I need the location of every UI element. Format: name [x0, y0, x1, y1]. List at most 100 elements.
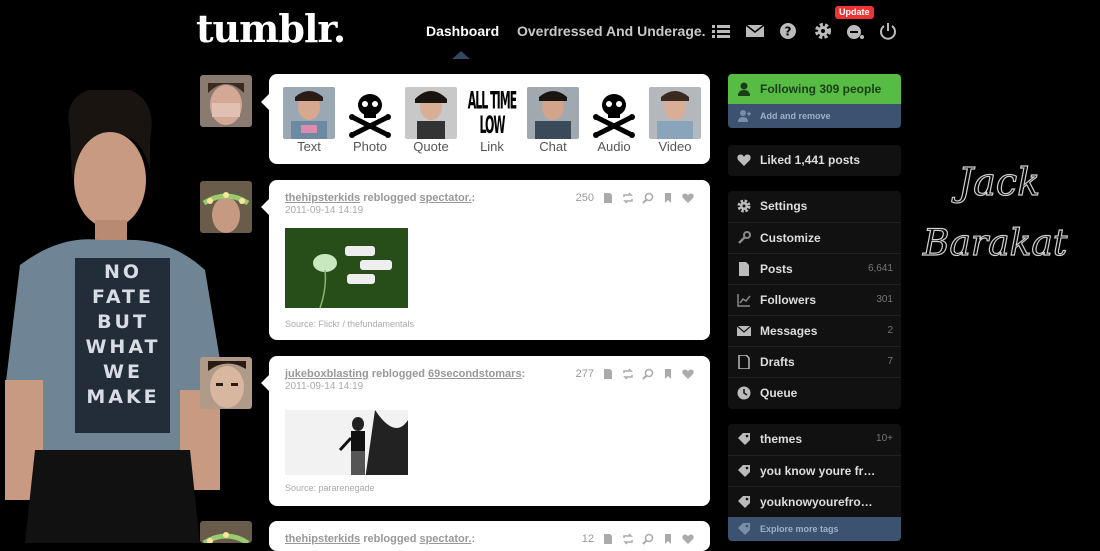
- signature-line-1: Jack: [951, 160, 1040, 204]
- post-type-audio[interactable]: Audio: [588, 87, 640, 154]
- post-arrow: [261, 199, 269, 215]
- post-type-label: Text: [297, 139, 321, 154]
- power-icon[interactable]: [878, 22, 898, 40]
- post-avatar[interactable]: [200, 357, 252, 409]
- post-source: Source: Flickr / thefundamentals: [285, 319, 415, 329]
- tag-label: youknowyoure​fro…: [760, 495, 873, 509]
- sidebar-item-messages[interactable]: Messages 2: [728, 315, 901, 347]
- add-remove-label: Add and remove: [760, 111, 831, 121]
- following-button[interactable]: Following 309 people: [728, 74, 901, 104]
- tag-count: 10+: [876, 433, 893, 444]
- tag-item[interactable]: you know youre fr…: [728, 455, 901, 487]
- sidebar-item-queue[interactable]: Queue: [728, 377, 901, 409]
- sidebar-item-posts[interactable]: Posts 6,641: [728, 253, 901, 285]
- liked-posts-box: Liked 1,441 posts: [728, 145, 901, 176]
- sidebar-item-followers[interactable]: Followers 301: [728, 284, 901, 316]
- edit-icon[interactable]: [845, 22, 865, 40]
- tumblr-logo[interactable]: tumblr.: [196, 6, 346, 51]
- document-icon: [737, 262, 751, 276]
- bookmark-icon[interactable]: [662, 368, 674, 380]
- reblogged-text: reblogged: [360, 533, 420, 545]
- gear-icon[interactable]: [813, 22, 833, 40]
- post-type-quote[interactable]: Quote: [405, 87, 457, 154]
- notes-count[interactable]: 250: [576, 192, 594, 204]
- bookmark-icon[interactable]: [662, 533, 674, 545]
- sidebar-item-label: Queue: [760, 386, 798, 400]
- add-remove-button[interactable]: Add and remove: [728, 104, 901, 128]
- notes-icon: [604, 534, 612, 544]
- post-avatar[interactable]: [200, 181, 252, 233]
- post-avatar[interactable]: [200, 521, 252, 543]
- sidebar-item-count: 7: [887, 356, 893, 367]
- post-type-video[interactable]: Video: [649, 87, 701, 154]
- post-author-link[interactable]: thehipsterkids: [285, 533, 360, 545]
- sidebar-item-count: 2: [887, 325, 893, 336]
- wrench-icon: [737, 231, 751, 245]
- heart-icon[interactable]: [682, 368, 694, 380]
- nav-dashboard[interactable]: Dashboard: [426, 23, 499, 39]
- notes-count[interactable]: 12: [582, 533, 594, 545]
- list-icon[interactable]: [711, 22, 731, 40]
- sidebar-item-label: Posts: [760, 262, 793, 276]
- post-type-chat[interactable]: Chat: [527, 87, 579, 154]
- post-source-user-link[interactable]: spectator.: [419, 192, 471, 204]
- sidebar-item-label: Drafts: [760, 355, 795, 369]
- help-icon[interactable]: ?: [778, 22, 798, 40]
- add-person-icon: [738, 110, 751, 122]
- liked-posts-link[interactable]: Liked 1,441 posts: [728, 145, 901, 176]
- reblog-icon[interactable]: [622, 192, 634, 204]
- post-type-link[interactable]: ALL TIME LOW Link: [466, 87, 518, 154]
- post-type-label: Link: [480, 139, 504, 154]
- explore-tags-button[interactable]: Explore more tags: [728, 517, 901, 541]
- post-source-user-link[interactable]: spectator.: [419, 533, 471, 545]
- following-label: Following 309 people: [760, 82, 882, 96]
- notes-icon: [604, 369, 612, 379]
- mail-icon[interactable]: [745, 22, 765, 40]
- person-icon: [738, 82, 750, 96]
- sidebar-item-label: Customize: [760, 231, 821, 245]
- bookmark-icon[interactable]: [662, 192, 674, 204]
- post-type-photo[interactable]: Photo: [344, 87, 396, 154]
- post-photo[interactable]: [285, 405, 408, 475]
- tag-icon: [737, 495, 751, 509]
- reblogged-text: reblogged: [360, 192, 420, 204]
- post-author-link[interactable]: thehipsterkids: [285, 192, 360, 204]
- post-type-text[interactable]: Text: [283, 87, 335, 154]
- photo-thumbnail: [527, 87, 579, 139]
- reblog-icon[interactable]: [622, 533, 634, 545]
- photo-thumbnail: [283, 87, 335, 139]
- sidebar-item-label: Followers: [760, 293, 817, 307]
- update-badge[interactable]: Update: [835, 6, 874, 19]
- heart-icon[interactable]: [682, 192, 694, 204]
- sidebar-item-settings[interactable]: Settings: [728, 191, 901, 222]
- nav-blog[interactable]: Overdressed And Underage.: [517, 23, 706, 39]
- post-photo[interactable]: [285, 228, 408, 308]
- tag-label: themes: [760, 432, 803, 446]
- background-person-image: NO FATE BUT WHAT WE MAKE: [0, 85, 240, 543]
- notes-icon: [604, 193, 612, 203]
- sidebar-item-label: Settings: [760, 199, 808, 213]
- search-icon[interactable]: [642, 192, 654, 204]
- post-date: 2011-09-14 14:19: [285, 205, 364, 216]
- user-avatar[interactable]: [200, 75, 252, 127]
- tag-icon: [737, 432, 751, 446]
- post-date: 2011-09-14 14:19: [285, 381, 364, 392]
- chart-icon: [737, 293, 751, 307]
- post-author-link[interactable]: jukeboxblasting: [285, 368, 369, 380]
- search-icon[interactable]: [642, 533, 654, 545]
- heart-icon[interactable]: [682, 533, 694, 545]
- gear-icon: [737, 199, 751, 213]
- draft-icon: [737, 355, 751, 369]
- heart-icon: [737, 153, 751, 167]
- search-icon[interactable]: [642, 368, 654, 380]
- reblog-icon[interactable]: [622, 368, 634, 380]
- post-source: Source: pararenegade: [285, 483, 375, 493]
- band-logo-text: ALL TIME LOW: [467, 87, 517, 139]
- sidebar-item-drafts[interactable]: Drafts 7: [728, 346, 901, 378]
- tag-item[interactable]: youknowyoure​fro…: [728, 486, 901, 518]
- notes-count[interactable]: 277: [576, 368, 594, 380]
- post-controls: 277: [576, 368, 694, 380]
- tag-item[interactable]: themes 10+: [728, 424, 901, 455]
- post-source-user-link[interactable]: 69secondstomars: [428, 368, 522, 380]
- sidebar-item-customize[interactable]: Customize: [728, 222, 901, 254]
